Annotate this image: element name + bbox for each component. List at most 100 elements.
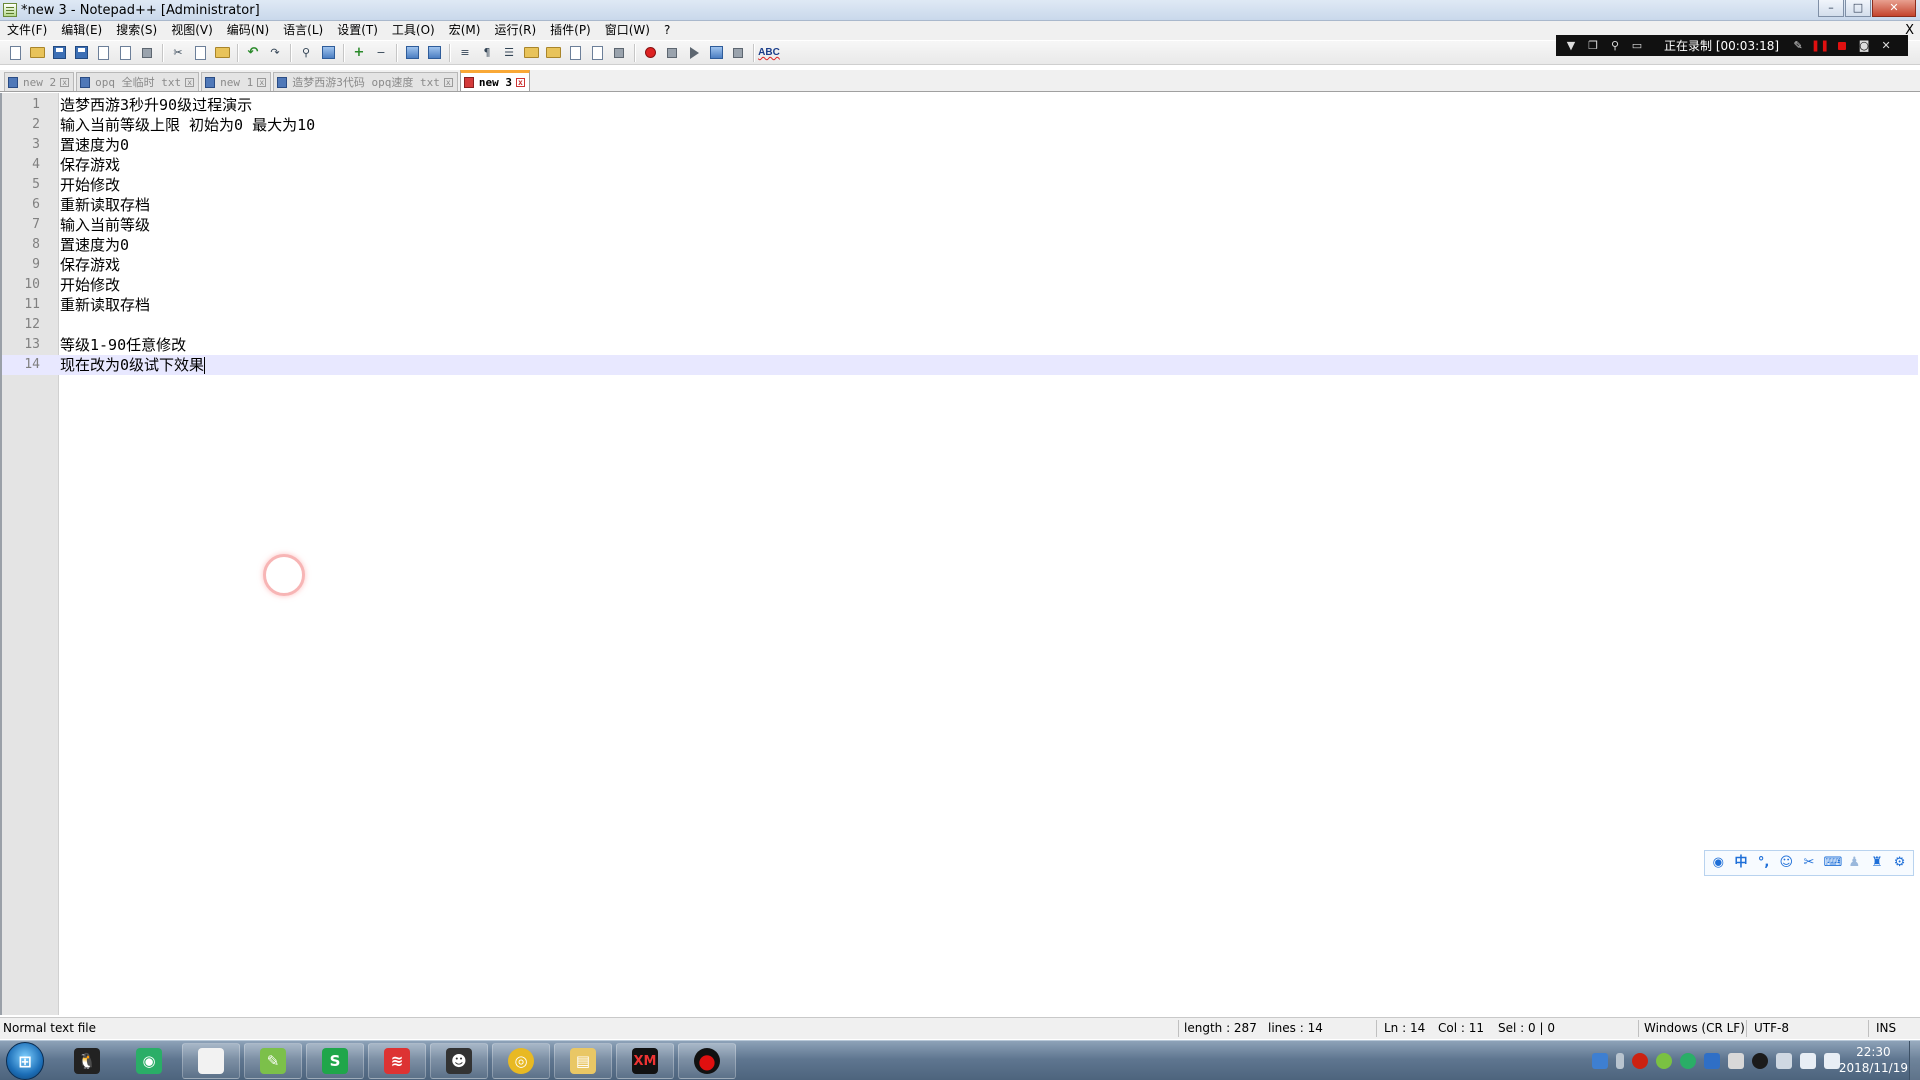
tray-device-icon[interactable]	[1776, 1053, 1792, 1069]
taskbar-app-chrome[interactable]: ◎	[492, 1043, 550, 1079]
menu-tools[interactable]: 工具(O)	[385, 21, 442, 40]
tray-volume-icon[interactable]	[1824, 1053, 1840, 1069]
settings-gear-icon[interactable]: ⚙	[1892, 855, 1908, 871]
taskbar-app-qq[interactable]: 🐧	[58, 1043, 116, 1079]
function-list-button[interactable]	[566, 44, 584, 62]
emoji-icon[interactable]: ☺	[1778, 855, 1794, 871]
status-encoding[interactable]: UTF-8	[1754, 1018, 1789, 1039]
taskbar-app-explorer[interactable]: ▤	[554, 1043, 612, 1079]
editor-line[interactable]: 12	[2, 315, 1918, 335]
paste-button[interactable]	[213, 44, 231, 62]
tab-close-icon[interactable]: x	[185, 77, 195, 87]
close-recorder-icon[interactable]: ✕	[1877, 39, 1895, 53]
status-eol[interactable]: Windows (CR LF)	[1644, 1018, 1745, 1039]
editor-line[interactable]: 2 输入当前等级上限 初始为0 最大为10	[2, 115, 1918, 135]
editor-line[interactable]: 4 保存游戏	[2, 155, 1918, 175]
tab-opq-temp[interactable]: opq 全临时 txt x	[76, 72, 200, 91]
editor-line[interactable]: 11 重新读取存档	[2, 295, 1918, 315]
tray-ime-icon[interactable]	[1728, 1053, 1744, 1069]
ime-chinese-mode[interactable]: 中	[1733, 855, 1749, 871]
cut-button[interactable]: ✂	[169, 44, 187, 62]
tray-recorder-icon[interactable]	[1632, 1053, 1648, 1069]
close-file-button[interactable]	[94, 44, 112, 62]
ime-logo-icon[interactable]: ◉	[1710, 855, 1726, 871]
save-macro-button[interactable]	[729, 44, 747, 62]
show-desktop-button[interactable]	[1909, 1041, 1920, 1080]
new-file-button[interactable]	[6, 44, 24, 62]
doc-map-button[interactable]	[544, 44, 562, 62]
print-button[interactable]	[138, 44, 156, 62]
word-wrap-button[interactable]: ≡	[456, 44, 474, 62]
tab-new-1[interactable]: new 1 x	[201, 72, 272, 91]
tab-close-icon[interactable]: x	[515, 77, 525, 87]
undo-button[interactable]: ↶	[244, 44, 262, 62]
taskbar-app-wps[interactable]: S	[306, 1043, 364, 1079]
taskbar-app-recorder[interactable]: ●	[678, 1043, 736, 1079]
sync-vertical-button[interactable]	[403, 44, 421, 62]
tab-zmxy3-code[interactable]: 造梦西游3代码 opq速度 txt x	[273, 72, 458, 91]
menu-plugins[interactable]: 插件(P)	[543, 21, 598, 40]
maximize-button[interactable]: □	[1845, 0, 1871, 17]
editor-line[interactable]: 10 开始修改	[2, 275, 1918, 295]
menu-macro[interactable]: 宏(M)	[442, 21, 488, 40]
editor-line[interactable]: 5 开始修改	[2, 175, 1918, 195]
menu-encoding[interactable]: 编码(N)	[220, 21, 276, 40]
editor-line[interactable]: 6 重新读取存档	[2, 195, 1918, 215]
taskbar-app-baidu[interactable]: ≋	[368, 1043, 426, 1079]
tray-expand-icon[interactable]	[1616, 1053, 1624, 1069]
minimize-button[interactable]: –	[1818, 0, 1844, 17]
tray-wechat-icon[interactable]	[1680, 1053, 1696, 1069]
tab-new-3[interactable]: new 3 x	[459, 70, 530, 91]
user-icon[interactable]: ♟	[1846, 855, 1862, 871]
screenshot-scissors-icon[interactable]: ✂	[1801, 855, 1817, 871]
close-button[interactable]: ✕	[1872, 0, 1916, 17]
taskbar-app-game[interactable]: ☻	[430, 1043, 488, 1079]
tab-close-icon[interactable]: x	[443, 77, 453, 87]
menu-help[interactable]: ?	[657, 21, 677, 40]
editor-line[interactable]: 8 置速度为0	[2, 235, 1918, 255]
menu-file[interactable]: 文件(F)	[0, 21, 54, 40]
keyboard-icon[interactable]: ⌨	[1824, 855, 1843, 871]
menu-view[interactable]: 视图(V)	[164, 21, 220, 40]
editor-line[interactable]: 7 输入当前等级	[2, 215, 1918, 235]
system-clock[interactable]: 22:30 2018/11/19	[1839, 1044, 1908, 1076]
tab-close-icon[interactable]: x	[60, 77, 70, 87]
menu-language[interactable]: 语言(L)	[276, 21, 330, 40]
stop-recording-icon[interactable]	[1833, 39, 1851, 53]
editor-line[interactable]: 1 造梦西游3秒升90级过程演示	[2, 95, 1918, 115]
menu-window[interactable]: 窗口(W)	[598, 21, 657, 40]
skin-shirt-icon[interactable]: ♜	[1869, 855, 1885, 871]
taskbar-app-notepad-plus-plus[interactable]: ✎	[244, 1043, 302, 1079]
tray-360-icon[interactable]	[1656, 1053, 1672, 1069]
stop-macro-button[interactable]	[663, 44, 681, 62]
editor-line[interactable]: 9 保存游戏	[2, 255, 1918, 275]
pause-icon[interactable]: ❚❚	[1811, 39, 1829, 53]
editor-line-current[interactable]: 14 现在改为0级试下效果	[2, 355, 1918, 375]
editor-line[interactable]: 13 等级1-90任意修改	[2, 335, 1918, 355]
indent-guide-button[interactable]: ☰	[500, 44, 518, 62]
menu-search[interactable]: 搜索(S)	[109, 21, 164, 40]
menu-run[interactable]: 运行(R)	[487, 21, 543, 40]
find-button[interactable]: ⚲	[297, 44, 315, 62]
play-macro-button[interactable]	[685, 44, 703, 62]
punctuation-icon[interactable]: °,	[1756, 855, 1772, 871]
window-icon[interactable]: ❐	[1584, 39, 1602, 53]
magnifier-icon[interactable]: ⚲	[1606, 39, 1624, 53]
menu-settings[interactable]: 设置(T)	[330, 21, 385, 40]
monitoring-button[interactable]	[610, 44, 628, 62]
taskbar-app-wechat[interactable]: ◉	[120, 1043, 178, 1079]
save-all-button[interactable]	[72, 44, 90, 62]
language-udl-button[interactable]	[522, 44, 540, 62]
zoom-in-button[interactable]: +	[350, 44, 368, 62]
tray-user-icon[interactable]	[1592, 1053, 1608, 1069]
pen-icon[interactable]: ✎	[1789, 39, 1807, 53]
title-bar[interactable]: *new 3 - Notepad++ [Administrator] – □ ✕	[0, 0, 1920, 21]
taskbar-app-xm[interactable]: XM	[616, 1043, 674, 1079]
start-button[interactable]: ⊞	[6, 1042, 44, 1080]
sync-horizontal-button[interactable]	[425, 44, 443, 62]
region-icon[interactable]: ▭	[1628, 39, 1646, 53]
zoom-out-button[interactable]: −	[372, 44, 390, 62]
dropdown-icon[interactable]: ▼	[1562, 39, 1580, 53]
tray-qq-icon[interactable]	[1752, 1053, 1768, 1069]
tray-netdisk-icon[interactable]	[1704, 1053, 1720, 1069]
